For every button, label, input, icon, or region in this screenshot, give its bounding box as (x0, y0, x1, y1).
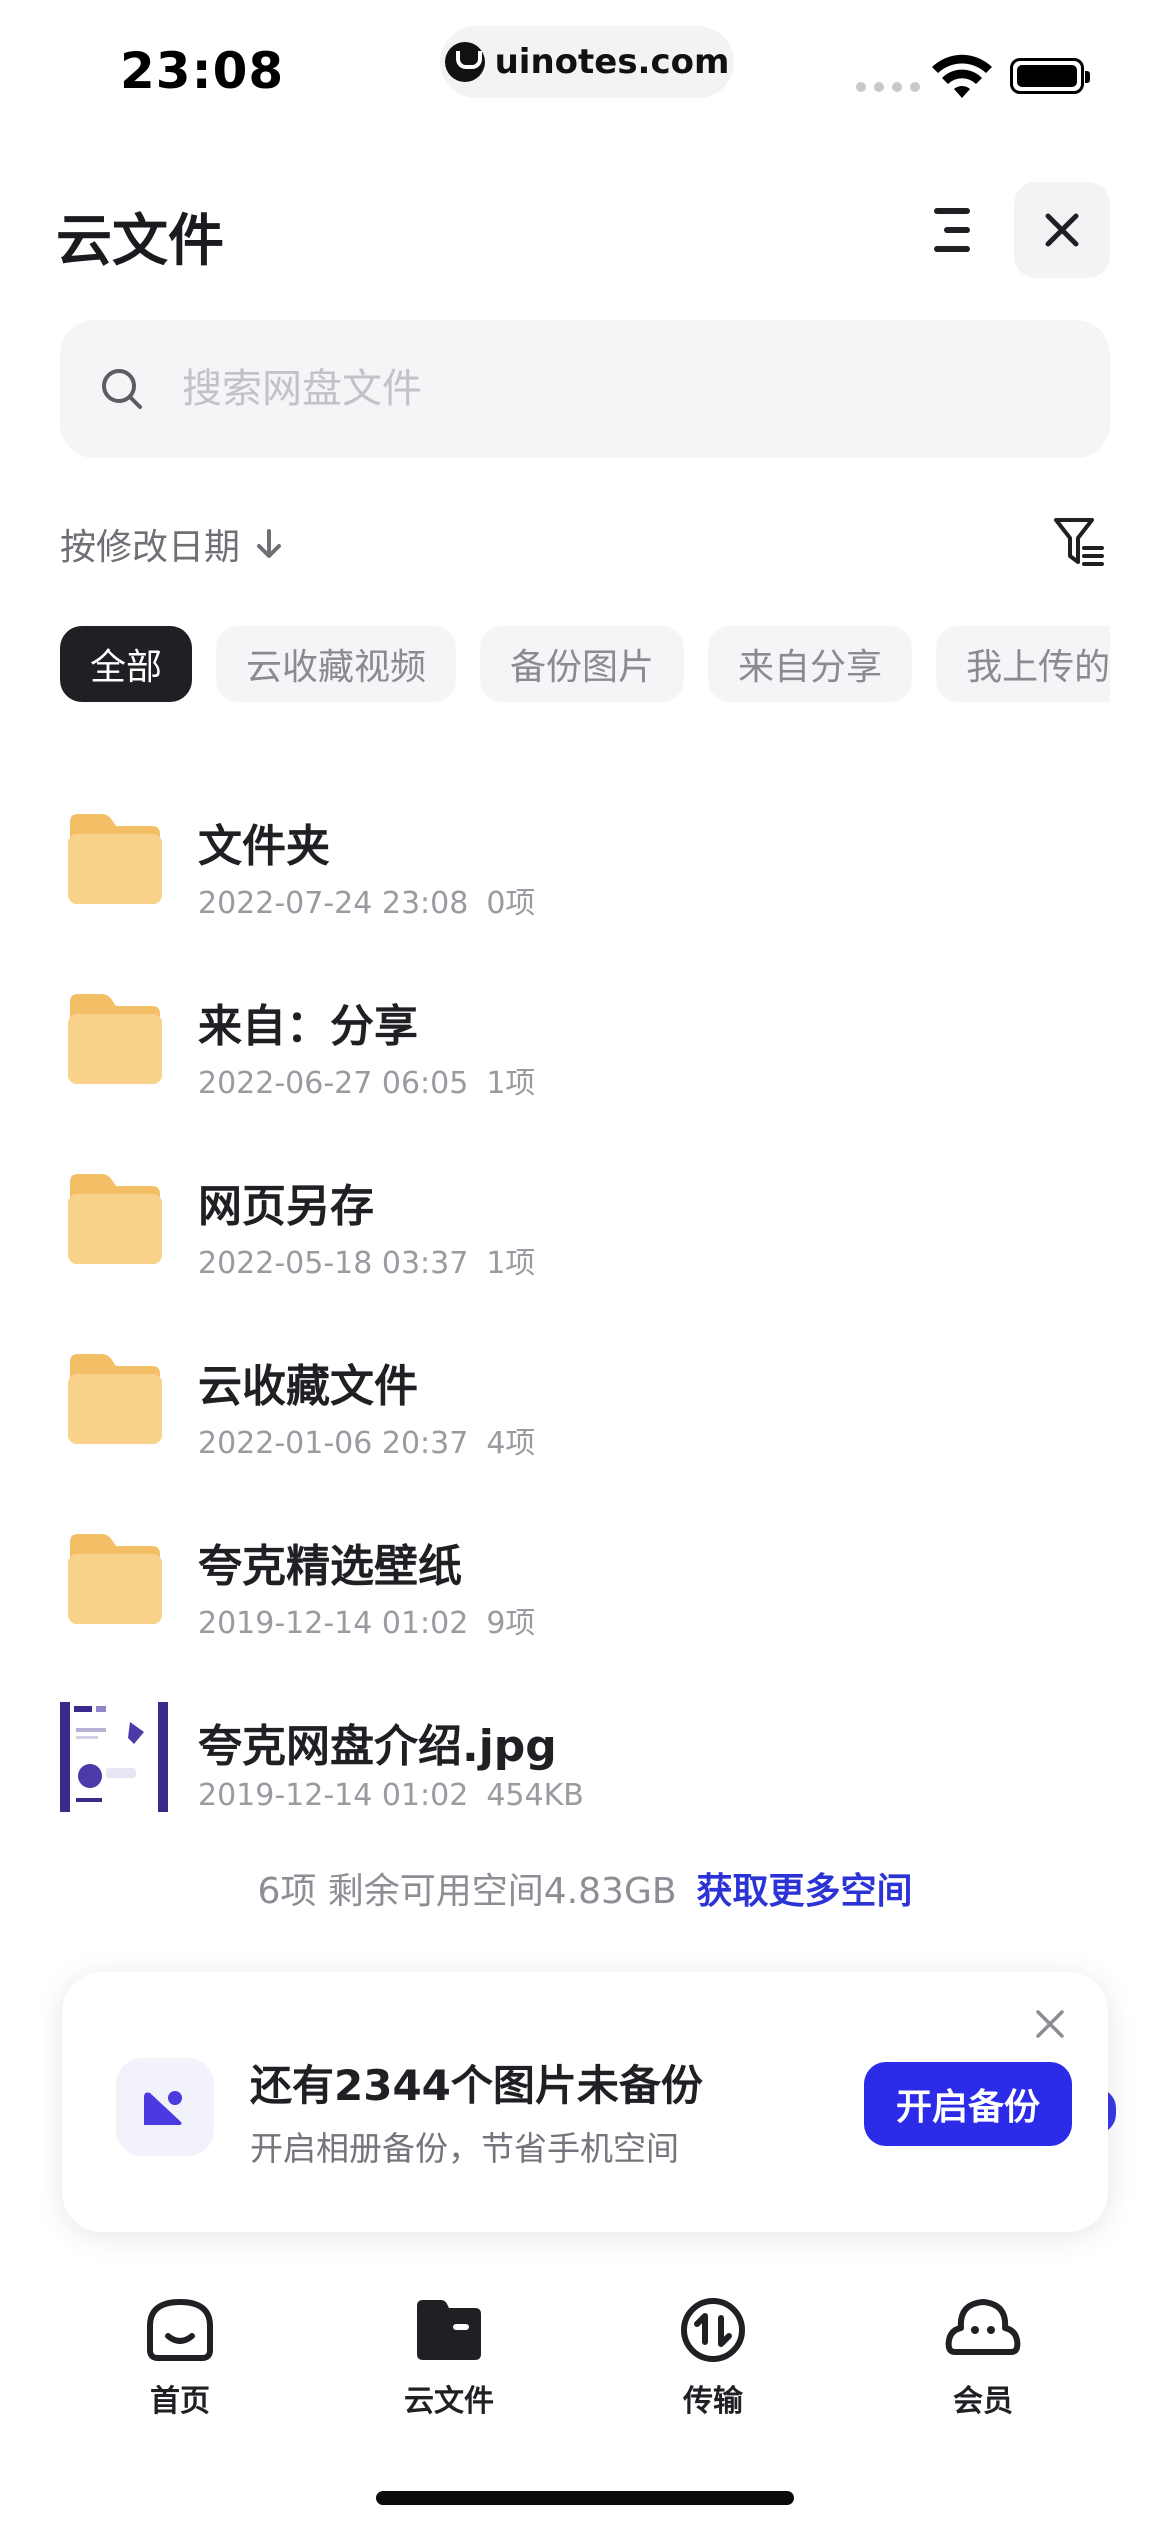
chip-cloud-videos[interactable]: 云收藏视频 (216, 626, 457, 702)
list-menu-button[interactable] (922, 200, 978, 260)
nav-label: 会员 (953, 2384, 1013, 2419)
cellular-signal-icon (856, 82, 920, 92)
chip-all[interactable]: 全部 (60, 626, 193, 702)
folder-icon (68, 994, 162, 1084)
file-row[interactable]: 文件夹 2022-07-24 23:08 0项 (0, 780, 1170, 960)
backup-title: 还有2344个图片未备份 (250, 2061, 703, 2110)
nav-member[interactable]: 会员 (903, 2296, 1063, 2420)
file-row[interactable]: 夸克网盘介绍.jpg 2019-12-14 01:02 454KB (0, 1680, 1170, 1860)
close-button[interactable] (1014, 182, 1110, 278)
home-indicator (376, 2491, 794, 2505)
file-name: 网页另存 (198, 1181, 374, 1232)
chip-my-uploads[interactable]: 我上传的 (936, 626, 1110, 702)
site-logo-icon (444, 42, 485, 82)
sort-label: 按修改日期 (60, 527, 241, 568)
file-info: 9项 (486, 1606, 536, 1641)
file-date: 2022-01-06 20:37 (198, 1426, 469, 1461)
nav-transfer[interactable]: 传输 (633, 2296, 793, 2420)
transfer-icon (681, 2298, 745, 2362)
search-icon (102, 369, 142, 409)
nav-label: 传输 (683, 2384, 743, 2419)
search-input[interactable] (180, 365, 984, 413)
file-info: 1项 (486, 1246, 536, 1281)
page-title: 云文件 (56, 209, 224, 274)
backup-prompt-card: 还有2344个图片未备份 开启相册备份，节省手机空间 开启备份 (62, 1972, 1108, 2232)
file-info: 0项 (486, 886, 536, 921)
file-row[interactable]: 云收藏文件 2022-01-06 20:37 4项 (0, 1320, 1170, 1500)
nav-home[interactable]: 首页 (100, 2296, 260, 2420)
status-time: 23:08 (120, 42, 285, 100)
filter-icon[interactable] (1052, 514, 1106, 570)
file-name: 夸克网盘介绍.jpg (198, 1721, 557, 1772)
get-more-space-link[interactable]: 获取更多空间 (697, 1871, 913, 1912)
file-name: 来自：分享 (198, 1001, 418, 1052)
file-meta: 2019-12-14 01:02 9项 (198, 1598, 535, 1642)
backup-subtitle: 开启相册备份，节省手机空间 (250, 2129, 679, 2168)
file-meta: 2022-05-18 03:37 1项 (198, 1238, 535, 1282)
sort-by-date-button[interactable]: 按修改日期 (60, 518, 284, 570)
chip-backup-photos[interactable]: 备份图片 (480, 626, 685, 702)
url-pill[interactable]: uinotes.com (440, 26, 734, 98)
file-meta: 2022-01-06 20:37 4项 (198, 1418, 535, 1462)
file-meta: 2019-12-14 01:02 454KB (198, 1778, 584, 1813)
folder-icon (68, 1534, 162, 1624)
photo-backup-icon (116, 2058, 214, 2156)
close-card-icon[interactable] (1034, 2008, 1066, 2040)
category-chips: 全部 云收藏视频 备份图片 来自分享 我上传的 (60, 626, 1110, 702)
file-row[interactable]: 来自：分享 2022-06-27 06:05 1项 (0, 960, 1170, 1140)
chip-from-share[interactable]: 来自分享 (708, 626, 913, 702)
arrow-down-icon (257, 529, 282, 558)
enable-backup-button[interactable]: 开启备份 (864, 2062, 1072, 2146)
url-text: uinotes.com (494, 42, 730, 82)
wifi-icon (932, 54, 992, 98)
bottom-nav: 首页 云文件 传输 会员 (0, 2286, 1170, 2436)
file-info: 1项 (486, 1066, 536, 1101)
folder-icon (68, 1354, 162, 1444)
battery-icon (1010, 58, 1090, 94)
close-icon (1045, 213, 1079, 247)
storage-text: 6项 剩余可用空间4.83GB (257, 1871, 677, 1912)
file-row[interactable]: 网页另存 2022-05-18 03:37 1项 (0, 1140, 1170, 1320)
member-icon (945, 2299, 1021, 2355)
file-info: 4项 (486, 1426, 536, 1461)
file-meta: 2022-07-24 23:08 0项 (198, 878, 535, 922)
file-name: 夸克精选壁纸 (198, 1541, 462, 1592)
file-date: 2019-12-14 01:02 (198, 1778, 469, 1813)
file-date: 2019-12-14 01:02 (198, 1606, 469, 1641)
cloud-files-icon (417, 2300, 481, 2360)
file-date: 2022-07-24 23:08 (198, 886, 469, 921)
folder-icon (68, 814, 162, 904)
image-thumbnail (60, 1702, 168, 1812)
file-date: 2022-06-27 06:05 (198, 1066, 469, 1101)
file-date: 2022-05-18 03:37 (198, 1246, 469, 1281)
nav-label: 首页 (150, 2384, 210, 2419)
file-name: 文件夹 (198, 821, 330, 872)
folder-icon (68, 1174, 162, 1264)
file-row[interactable]: 夸克精选壁纸 2019-12-14 01:02 9项 (0, 1500, 1170, 1680)
nav-cloud-files[interactable]: 云文件 (369, 2296, 529, 2420)
search-bar[interactable] (60, 320, 1110, 458)
file-info: 454KB (486, 1778, 584, 1813)
file-meta: 2022-06-27 06:05 1项 (198, 1058, 535, 1102)
home-icon (147, 2298, 213, 2361)
file-name: 云收藏文件 (198, 1361, 418, 1412)
nav-label: 云文件 (404, 2384, 494, 2419)
storage-summary: 6项 剩余可用空间4.83GB 获取更多空间 (0, 1862, 1170, 1914)
